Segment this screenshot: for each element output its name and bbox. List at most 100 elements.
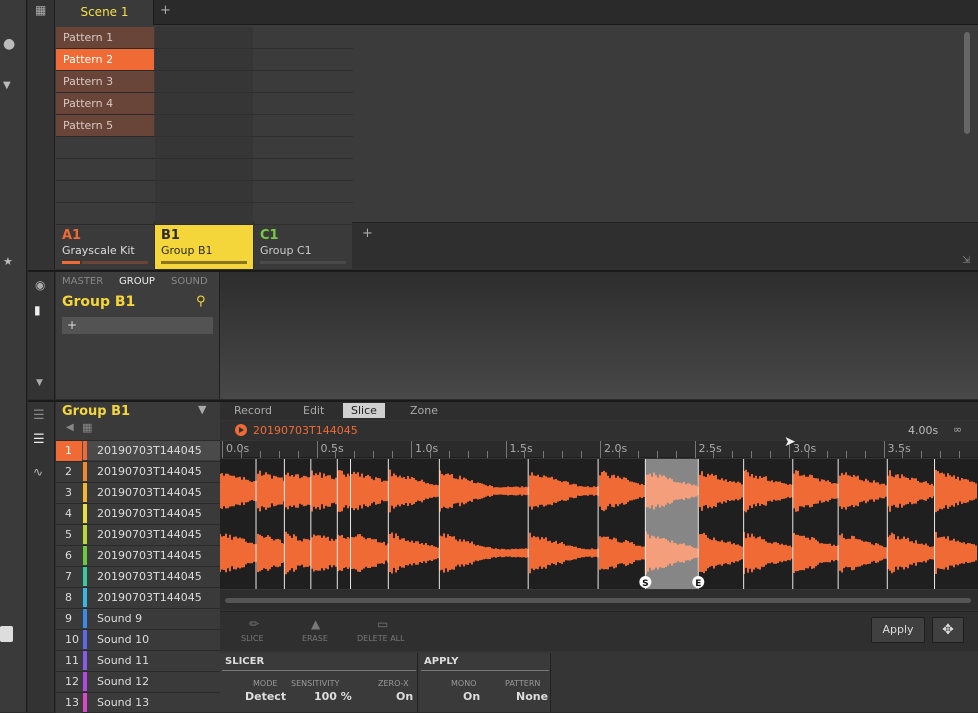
pattern-slot-c[interactable] <box>254 203 352 224</box>
editor-icons: ☰ ☰ ∿ <box>28 402 55 712</box>
ruler-tick-label: 0.5s <box>320 442 344 455</box>
mono-label: MONO <box>451 679 477 688</box>
apply-button[interactable]: Apply <box>871 617 925 643</box>
tab-record[interactable]: Record <box>226 403 280 418</box>
add-plugin-slot[interactable]: + <box>62 317 213 334</box>
zero-x-value[interactable]: On <box>396 690 413 703</box>
star-icon[interactable]: ★ <box>3 255 13 268</box>
pattern-slot-c[interactable] <box>254 181 352 202</box>
group-b1[interactable]: B1 Group B1 <box>155 223 253 269</box>
pattern-slot-c[interactable] <box>254 137 352 158</box>
ruler-tick <box>392 451 394 458</box>
sound-row[interactable]: 10 Sound 10 <box>56 629 220 650</box>
search-icon[interactable]: ⚲ <box>196 294 206 309</box>
sound-row[interactable]: 9 Sound 9 <box>56 608 220 629</box>
sound-row[interactable]: 7 20190703T144045 <box>56 566 220 587</box>
pattern-slot-b[interactable] <box>155 159 253 180</box>
sound-row[interactable]: 11 Sound 11 <box>56 650 220 671</box>
pattern-slot-b[interactable] <box>155 27 253 48</box>
user-icon[interactable]: ● <box>3 36 15 52</box>
erase-tool-label[interactable]: ERASE <box>302 634 328 643</box>
pattern-slot-c[interactable] <box>254 159 352 180</box>
sound-row[interactable]: 12 Sound 12 <box>56 671 220 692</box>
sound-row[interactable]: 4 20190703T144045 <box>56 503 220 524</box>
empty-pattern-slot[interactable] <box>56 203 154 225</box>
tab-master[interactable]: MASTER <box>62 276 103 287</box>
pattern-slot-c[interactable] <box>254 49 352 70</box>
sound-row[interactable]: 13 Sound 13 <box>56 692 220 713</box>
empty-pattern-slot[interactable] <box>56 181 154 203</box>
pattern-editor-icon[interactable]: ☰ <box>33 408 45 423</box>
pattern-slot-b[interactable] <box>155 93 253 114</box>
pattern-item[interactable]: Pattern 5 <box>56 115 154 137</box>
link-icon[interactable]: ∞ <box>953 423 962 436</box>
play-icon[interactable] <box>235 424 247 436</box>
tab-slice[interactable]: Slice <box>343 403 385 418</box>
arranger-icon-column: ▦ <box>28 0 55 270</box>
expand-icon[interactable]: ▼ <box>36 378 43 388</box>
pattern-slot-b[interactable] <box>155 115 253 136</box>
pattern-item[interactable]: Pattern 3 <box>56 71 154 93</box>
vertical-scrollbar[interactable] <box>964 32 970 134</box>
ruler-tick <box>694 441 696 458</box>
tab-zone[interactable]: Zone <box>402 403 446 418</box>
add-group-button[interactable]: + <box>362 226 373 241</box>
mode-value[interactable]: Detect <box>245 690 286 703</box>
resize-handle-icon[interactable]: ⇲ <box>962 255 970 266</box>
pattern-item[interactable]: Pattern 1 <box>56 27 154 49</box>
mono-value[interactable]: On <box>463 690 480 703</box>
grid-view-icon[interactable]: ▦ <box>35 3 46 17</box>
move-icon[interactable]: ✥ <box>932 617 964 643</box>
waveform-icon[interactable]: ∿ <box>33 465 43 479</box>
sample-editor-icon[interactable]: ☰ <box>33 432 45 447</box>
pattern-slot-b[interactable] <box>155 203 253 224</box>
chevron-down-icon[interactable]: ▼ <box>3 80 11 91</box>
time-ruler[interactable]: 0.0s 0.5s 1.0s 1.5s 2.0s 2.5s 3.0s 3.5s <box>220 441 978 458</box>
sound-number: 10 <box>56 630 82 650</box>
group-a1[interactable]: A1 Grayscale Kit <box>56 223 154 269</box>
pattern-item[interactable]: Pattern 4 <box>56 93 154 115</box>
sound-row[interactable]: 6 20190703T144045 <box>56 545 220 566</box>
pattern-slot-b[interactable] <box>155 49 253 70</box>
ruler-tick <box>278 451 280 458</box>
pattern-slot-b[interactable] <box>155 181 253 202</box>
speaker-icon[interactable]: ◀ <box>66 422 74 433</box>
sound-row[interactable]: 1 20190703T144045 <box>56 440 220 461</box>
pattern-slot-c[interactable] <box>254 71 352 92</box>
pattern-slot-c[interactable] <box>254 93 352 114</box>
tab-sound[interactable]: SOUND <box>171 276 208 287</box>
sound-row[interactable]: 5 20190703T144045 <box>56 524 220 545</box>
pattern-slot-c[interactable] <box>254 27 352 48</box>
tab-group[interactable]: GROUP <box>119 276 155 287</box>
slice-tool-label[interactable]: SLICE <box>241 634 264 643</box>
browser-button[interactable] <box>0 626 13 642</box>
pattern-slot-b[interactable] <box>155 137 253 158</box>
plugin-icon[interactable]: ▮ <box>34 303 41 317</box>
keyboard-icon[interactable]: ▦ <box>82 421 92 434</box>
sensitivity-value[interactable]: 100 % <box>314 690 352 703</box>
group-c1[interactable]: C1 Group C1 <box>254 223 352 269</box>
empty-pattern-slot[interactable] <box>56 159 154 181</box>
delete-all-label[interactable]: DELETE ALL <box>357 634 405 643</box>
empty-pattern-slot[interactable] <box>56 137 154 159</box>
trash-icon[interactable]: ▭ <box>377 617 388 631</box>
macro-icon[interactable]: ◉ <box>35 278 45 292</box>
pattern-slot-c[interactable] <box>254 115 352 136</box>
pattern-slot-b[interactable] <box>155 71 253 92</box>
horizontal-scrollbar[interactable] <box>225 598 971 603</box>
sound-row[interactable]: 3 20190703T144045 <box>56 482 220 503</box>
sound-name: 20190703T144045 <box>97 549 202 562</box>
pencil-icon[interactable]: ✏ <box>249 617 259 631</box>
sound-row[interactable]: 8 20190703T144045 <box>56 587 220 608</box>
waveform-display[interactable]: SE <box>219 459 978 589</box>
eraser-icon[interactable]: ▲ <box>311 617 320 631</box>
pattern-value[interactable]: None <box>516 690 548 703</box>
chevron-down-icon[interactable]: ▼ <box>198 403 206 416</box>
tab-edit[interactable]: Edit <box>295 403 332 418</box>
pattern-item[interactable]: Pattern 2 <box>56 49 154 71</box>
sound-row[interactable]: 2 20190703T144045 <box>56 461 220 482</box>
scene-1[interactable]: Scene 1 <box>56 0 154 25</box>
mode-label: MODE <box>253 679 278 688</box>
add-scene-button[interactable]: + <box>160 0 171 25</box>
sound-name: 20190703T144045 <box>97 528 202 541</box>
